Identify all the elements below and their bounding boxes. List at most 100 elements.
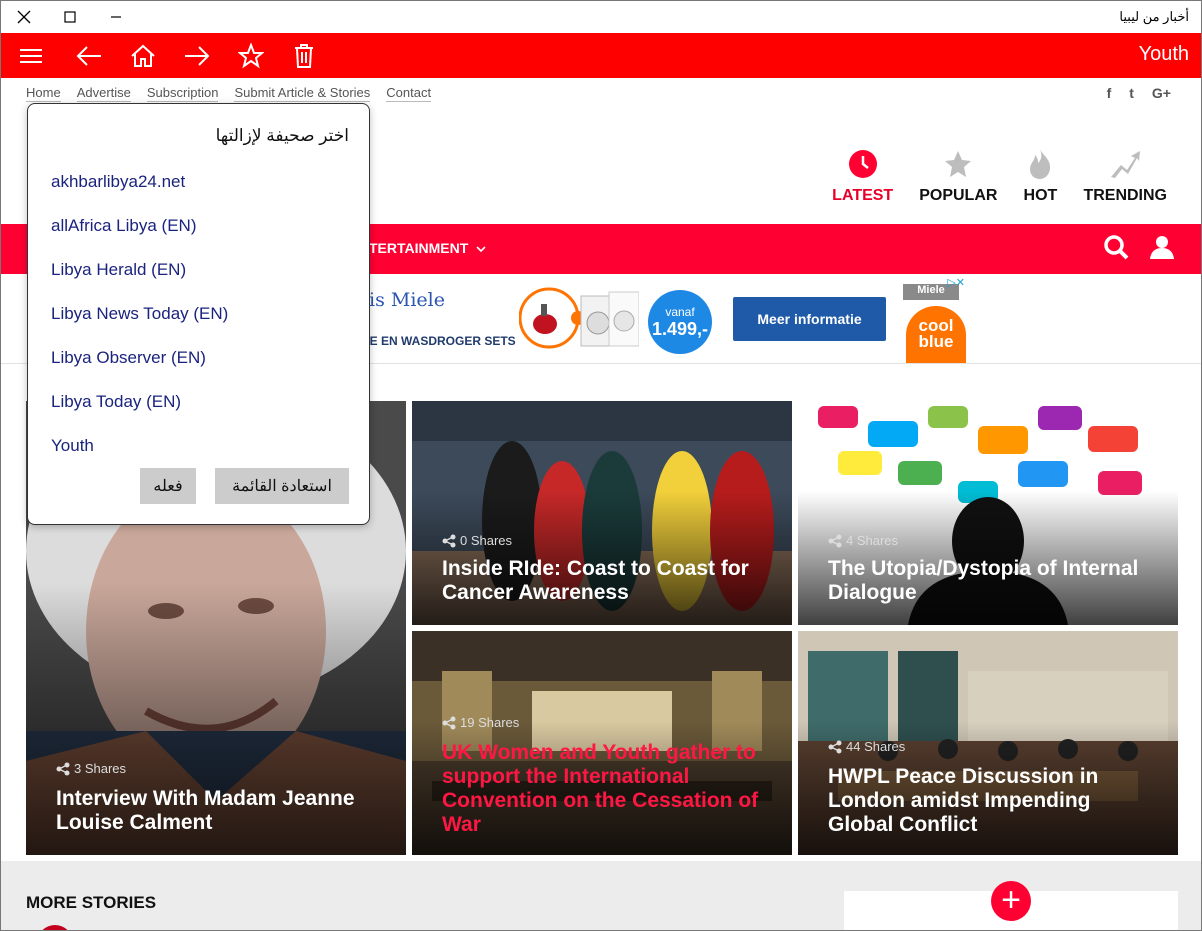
nav-link-contact[interactable]: Contact [386, 85, 432, 102]
story-headline[interactable]: The Utopia/Dystopia of Internal Dialogue [828, 557, 1158, 605]
tab-label: POPULAR [919, 187, 998, 204]
share-count: 19 Shares [442, 715, 519, 730]
minimize-icon [111, 16, 121, 18]
tab-label: LATEST [832, 187, 894, 204]
nav-entertainment[interactable]: TERTAINMENT [369, 240, 486, 256]
share-icon [828, 740, 842, 753]
share-count: 4 Shares [828, 533, 898, 548]
newspaper-option[interactable]: Libya Observer (EN) [51, 348, 206, 368]
nav-link-home[interactable]: Home [26, 85, 61, 102]
trending-arrow-icon [1108, 147, 1142, 181]
advertisement-banner[interactable]: is Miele HE EN WASDROGER SETS vanaf 1.49… [331, 276, 967, 364]
story-card[interactable]: 0 Shares Inside RIde: Coast to Coast for… [412, 401, 792, 625]
share-count-text: 4 Shares [846, 533, 899, 548]
google-plus-icon[interactable]: G+ [1152, 85, 1171, 101]
share-icon [442, 534, 456, 547]
current-section-label: Youth [1138, 43, 1189, 65]
home-icon [131, 44, 155, 67]
remove-newspaper-popup: اختر صحيفة لإزالتها akhbarlibya24.net al… [27, 103, 370, 525]
share-count-text: 3 Shares [74, 761, 127, 776]
nav-link-advertise[interactable]: Advertise [76, 85, 131, 102]
share-count: 3 Shares [56, 761, 126, 776]
category-tabs: LATEST POPULAR HOT TRENDING [832, 147, 1167, 205]
newspaper-option[interactable]: Libya Herald (EN) [51, 260, 186, 280]
back-arrow-icon [76, 45, 101, 66]
story-headline[interactable]: HWPL Peace Discussion in London amidst I… [828, 765, 1158, 837]
story-card[interactable]: 44 Shares HWPL Peace Discussion in Londo… [798, 631, 1178, 855]
share-icon [828, 534, 842, 547]
add-button[interactable]: + [991, 881, 1031, 921]
title-bar: أخبار من ليبيا [1, 1, 1201, 33]
menu-button[interactable] [11, 33, 51, 78]
tab-latest[interactable]: LATEST [832, 147, 893, 205]
share-count-text: 0 Shares [460, 533, 513, 548]
more-stories-section: MORE STORIES + [1, 861, 1201, 930]
share-count: 44 Shares [828, 739, 905, 754]
newspaper-option[interactable]: akhbarlibya24.net [51, 172, 185, 192]
minimize-window-button[interactable] [93, 1, 139, 33]
site-top-nav: Home Advertise Subscription Submit Artic… [26, 85, 432, 102]
forward-button[interactable] [177, 33, 217, 78]
twitter-icon[interactable]: t [1129, 85, 1134, 101]
maximize-window-button[interactable] [47, 1, 93, 33]
nav-entertainment-label: TERTAINMENT [369, 240, 469, 256]
nav-actions [1103, 234, 1175, 260]
close-window-button[interactable] [1, 1, 47, 33]
home-button[interactable] [123, 33, 163, 78]
search-icon[interactable] [1103, 234, 1129, 260]
delete-button[interactable] [284, 33, 324, 78]
back-button[interactable] [69, 33, 109, 78]
trash-icon [295, 43, 313, 68]
newspaper-option[interactable]: Libya Today (EN) [51, 392, 181, 412]
story-headline[interactable]: UK Women and Youth gather to support the… [442, 741, 772, 837]
ad-brand-text: is Miele [369, 289, 445, 311]
share-icon [442, 716, 456, 729]
nav-link-submit-article[interactable]: Submit Article & Stories [234, 85, 371, 102]
tab-label: HOT [1023, 187, 1058, 204]
newspaper-option[interactable]: Libya News Today (EN) [51, 304, 228, 324]
close-icon [17, 10, 31, 24]
tab-popular[interactable]: POPULAR [919, 147, 997, 205]
do-it-button[interactable]: فعله [140, 468, 196, 504]
star-icon [941, 147, 975, 181]
ad-product-image [519, 287, 639, 349]
ad-price: 1.499,- [651, 318, 709, 339]
share-icon [56, 762, 70, 775]
more-stories-heading: MORE STORIES [26, 893, 157, 912]
share-count: 0 Shares [442, 533, 512, 548]
hamburger-icon [20, 48, 42, 63]
tab-hot[interactable]: HOT [1023, 147, 1057, 205]
chevron-down-icon [476, 246, 486, 253]
favorite-button[interactable] [231, 33, 271, 78]
ad-store-logo: cool blue [906, 306, 966, 364]
story-card[interactable]: 19 Shares UK Women and Youth gather to s… [412, 631, 792, 855]
popup-title: اختر صحيفة لإزالتها [215, 126, 349, 145]
ad-price-prefix: vanaf [665, 304, 695, 319]
more-stories-avatar [37, 925, 73, 930]
nav-link-subscription[interactable]: Subscription [146, 85, 219, 102]
story-headline[interactable]: Interview With Madam Jeanne Louise Calme… [56, 787, 386, 835]
social-links: f t G+ [1107, 85, 1171, 101]
story-headline[interactable]: Inside RIde: Coast to Coast for Cancer A… [442, 557, 772, 605]
ad-more-info-button[interactable]: Meer informatie [733, 297, 886, 341]
adchoices-icon[interactable]: ▷✕ [947, 276, 965, 289]
forward-arrow-icon [185, 45, 210, 66]
window-title: أخبار من ليبيا [1119, 9, 1189, 24]
share-count-text: 44 Shares [846, 739, 906, 754]
tab-trending[interactable]: TRENDING [1083, 147, 1167, 205]
user-icon[interactable] [1149, 234, 1175, 260]
facebook-icon[interactable]: f [1107, 85, 1112, 101]
clock-icon [846, 147, 880, 181]
newspaper-option[interactable]: Youth [51, 436, 94, 456]
restore-list-button[interactable]: استعادة القائمة [215, 468, 349, 504]
newspaper-option[interactable]: allAfrica Libya (EN) [51, 216, 197, 236]
ad-sub-text: HE EN WASDROGER SETS [361, 334, 516, 348]
share-count-text: 19 Shares [460, 715, 520, 730]
app-window: أخبار من ليبيا Youth Home Advertise Subs… [0, 0, 1202, 931]
tab-label: TRENDING [1083, 187, 1167, 204]
flame-icon [1023, 147, 1057, 181]
ad-price-badge: vanaf 1.499,- [648, 290, 712, 354]
story-card[interactable]: 4 Shares The Utopia/Dystopia of Internal… [798, 401, 1178, 625]
maximize-icon [64, 11, 76, 23]
star-outline-icon [238, 42, 264, 68]
